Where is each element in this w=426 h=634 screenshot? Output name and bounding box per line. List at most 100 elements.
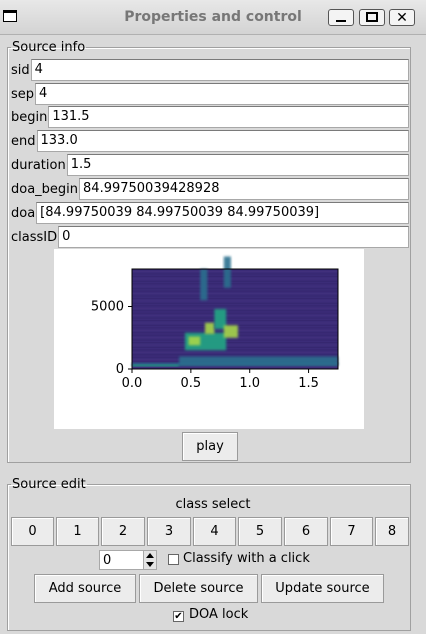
spectrogram-texture <box>132 302 338 304</box>
spectrogram-texture <box>132 354 338 356</box>
field-label: classID <box>11 229 58 245</box>
sep-field[interactable]: 4 <box>35 83 409 105</box>
field-label: begin <box>11 109 48 125</box>
spectrogram-texture <box>132 366 338 368</box>
spectrogram-texture <box>132 285 338 287</box>
update-source-button[interactable]: Update source <box>261 574 384 603</box>
spectrogram-texture <box>132 322 338 324</box>
begin-field[interactable]: 131.5 <box>48 106 409 128</box>
doa-lock-label: DOA lock <box>189 607 249 622</box>
delete-source-button[interactable]: Delete source <box>139 574 258 603</box>
spectrogram-texture <box>132 346 338 348</box>
spectrogram-texture <box>132 307 338 309</box>
spectrogram-energy <box>179 356 338 366</box>
spinbox-value: 0 <box>103 553 112 568</box>
minimize-button[interactable] <box>328 9 354 26</box>
field-row-end: end 133.0 <box>11 130 409 152</box>
spectrogram-texture <box>132 288 338 290</box>
spectrogram-texture <box>132 339 338 341</box>
spectrogram-texture <box>132 280 338 282</box>
class-button-5[interactable]: 5 <box>238 517 282 546</box>
class-button-8[interactable]: 8 <box>375 517 409 546</box>
play-button[interactable]: play <box>182 432 238 461</box>
end-field[interactable]: 133.0 <box>36 130 409 152</box>
close-button[interactable]: ✕ <box>389 9 415 26</box>
add-source-button[interactable]: Add source <box>34 574 136 603</box>
duration-field[interactable]: 1.5 <box>66 154 409 176</box>
spectrogram-texture <box>132 271 338 272</box>
y-tick-label: 5000 <box>91 300 124 315</box>
spectrogram-texture <box>132 297 338 299</box>
minimize-icon <box>329 10 353 25</box>
spectrogram-texture <box>132 317 338 319</box>
spectrogram-image <box>132 256 338 369</box>
spectrogram-texture <box>132 295 338 297</box>
x-tick-label: 0.5 <box>181 376 202 391</box>
maximize-icon <box>360 10 384 25</box>
field-label: sid <box>11 62 30 78</box>
doa-begin-field[interactable]: 84.99750039428928 <box>79 178 409 200</box>
spectrogram-texture <box>132 344 338 346</box>
spectrogram-texture <box>132 305 338 307</box>
doa-lock-checkbox[interactable]: ✔ <box>173 611 184 622</box>
spinbox-arrows[interactable] <box>143 551 156 569</box>
spectrogram-texture <box>132 290 338 292</box>
field-row-begin: begin 131.5 <box>11 106 409 128</box>
source-info-legend: Source info <box>12 40 86 55</box>
spectrogram-plot: 0.0 0.5 1.0 1.5 0 5000 <box>54 249 364 429</box>
spectrogram-texture <box>132 312 338 314</box>
field-label: end <box>11 133 36 149</box>
class-button-1[interactable]: 1 <box>56 517 99 546</box>
spectrogram-energy <box>204 322 215 334</box>
spectrogram-energy <box>223 325 238 338</box>
spectrogram-texture <box>132 273 338 275</box>
maximize-button[interactable] <box>359 9 385 26</box>
spectrogram-texture <box>132 293 338 295</box>
spectrogram-texture <box>132 310 338 312</box>
x-tick-label: 1.0 <box>239 376 260 391</box>
field-row-sep: sep 4 <box>11 83 409 105</box>
spectrogram-texture <box>132 342 338 344</box>
class-button-3[interactable]: 3 <box>147 517 191 546</box>
spectrogram-energy <box>188 336 201 346</box>
class-button-6[interactable]: 6 <box>284 517 328 546</box>
field-row-doa-begin: doa_begin 84.99750039428928 <box>11 178 409 200</box>
x-tick-label: 0.0 <box>122 376 143 391</box>
class-button-7[interactable]: 7 <box>330 517 373 546</box>
field-row-doa: doa [84.99750039 84.99750039 84.99750039… <box>11 202 409 224</box>
class-button-2[interactable]: 2 <box>101 517 145 546</box>
class-spinbox[interactable]: 0 <box>99 550 157 570</box>
spectrogram-texture <box>132 320 338 321</box>
y-tick-label: 0 <box>116 362 124 377</box>
spin-down-icon[interactable] <box>146 562 154 567</box>
x-tick-label: 1.5 <box>298 376 319 391</box>
title-bar[interactable]: Properties and control ✕ <box>0 0 426 35</box>
classify-label: Classify with a click <box>183 551 310 566</box>
spectrogram-texture <box>132 300 338 302</box>
field-label: sep <box>11 86 35 102</box>
close-icon: ✕ <box>396 10 408 26</box>
source-edit-legend: Source edit <box>12 477 86 492</box>
spectrogram-svg: 0.0 0.5 1.0 1.5 0 5000 <box>91 256 339 391</box>
sid-field[interactable]: 4 <box>30 59 409 81</box>
spectrogram-energy <box>223 256 231 288</box>
class-select-label: class select <box>175 497 251 512</box>
classid-field[interactable]: 0 <box>58 226 409 248</box>
spin-up-icon[interactable] <box>146 553 154 558</box>
spectrogram-texture <box>132 283 338 285</box>
spectrogram-texture <box>132 351 338 353</box>
spectrogram-texture <box>132 349 338 351</box>
spectrogram-texture <box>132 315 338 317</box>
spectrogram-texture <box>132 275 338 277</box>
field-label: duration <box>11 157 66 173</box>
doa-field[interactable]: [84.99750039 84.99750039 84.99750039] <box>36 202 409 224</box>
field-label: doa <box>11 205 36 221</box>
spectrogram-energy <box>200 269 208 301</box>
class-button-0[interactable]: 0 <box>11 517 54 546</box>
field-row-duration: duration 1.5 <box>11 154 409 176</box>
class-button-4[interactable]: 4 <box>193 517 236 546</box>
field-row-classid: classID 0 <box>11 226 409 248</box>
field-row-sid: sid 4 <box>11 59 409 81</box>
classify-checkbox[interactable] <box>168 554 179 565</box>
field-label: doa_begin <box>11 181 79 197</box>
